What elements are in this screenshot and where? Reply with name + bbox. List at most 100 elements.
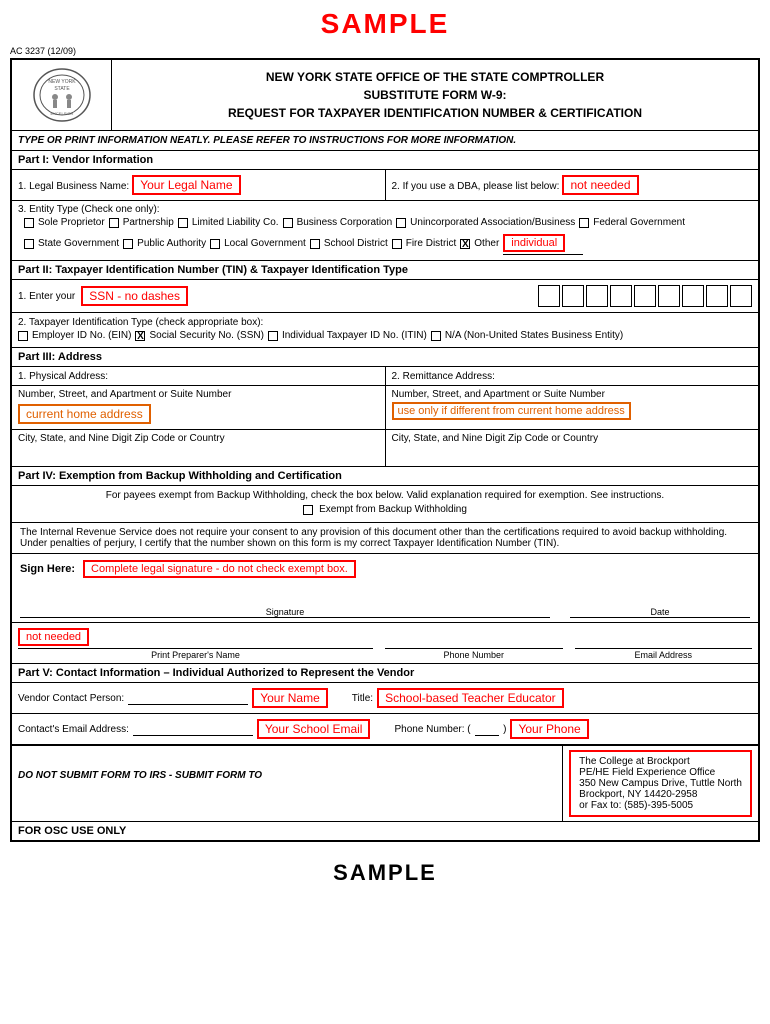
footer-row: DO NOT SUBMIT FORM TO IRS - SUBMIT FORM … [12,745,758,821]
preparer-value: not needed [18,628,89,646]
footer-line1: The College at Brockport [579,756,742,767]
sign-row: Sign Here: Complete legal signature - do… [12,554,758,623]
close-paren: ) [503,724,506,735]
llc-label: Limited Liability Co. [192,217,279,228]
header-title-line3: REQUEST FOR TAXPAYER IDENTIFICATION NUMB… [116,104,754,122]
cb-school [310,239,320,249]
preparer-row: not needed Print Preparer's Name Phone N… [12,623,758,664]
legal-name-label: 1. Legal Business Name: [18,181,129,192]
physical-address-value: current home address [18,404,151,424]
dba-label: 2. If you use a DBA, please list below: [392,181,560,192]
tin-type-label: 2. Taxpayer Identification Type (check a… [18,317,752,328]
date-space [570,588,750,606]
tin-box-1 [538,285,560,307]
ny-seal-icon: NEW YORK STATE EXCELSIOR [27,65,97,125]
exempt-checkbox-row: Exempt from Backup Withholding [20,501,750,518]
ac-number: AC 3237 (12/09) [10,46,760,56]
vendor-name-value: Your Name [252,688,328,708]
cb-fed [579,218,589,228]
watermark-bottom: SAMPLE [0,852,770,894]
remittance-city-col: City, State, and Nine Digit Zip Code or … [386,430,759,466]
remittance-street-label: Number, Street, and Apartment or Suite N… [392,389,753,400]
school-dist-label: School District [324,238,388,249]
legal-name-col: 1. Legal Business Name: Your Legal Name [12,170,386,200]
part1-row1: 1. Legal Business Name: Your Legal Name … [12,170,758,201]
state-label: State Government [38,238,119,249]
ein-label: Employer ID No. (EIN) [32,330,131,341]
sign-line-row: Signature Date [20,588,750,618]
cb-fire [392,239,402,249]
tin-boxes [538,285,752,307]
vendor-contact-row: Vendor Contact Person: Your Name Title: … [12,683,758,714]
contact-email-spacer [133,723,253,736]
header-row: NEW YORK STATE EXCELSIOR NEW YORK STATE … [12,60,758,131]
dba-col: 2. If you use a DBA, please list below: … [386,170,759,200]
exempt-description: For payees exempt from Backup Withholdin… [20,490,750,501]
signature-field: Signature [20,588,550,618]
pub-label: Public Authority [137,238,206,249]
tin-box-6 [658,285,680,307]
dba-value: not needed [562,175,638,195]
phone-col: Phone Number [385,631,563,660]
footer-line2: PE/HE Field Experience Office [579,767,742,778]
tin-box-3 [586,285,608,307]
entity-type-label: 3. Entity Type (Check one only): [18,204,752,215]
cb-sole-prop [24,218,34,228]
physical-city-label: City, State, and Nine Digit Zip Code or … [18,433,379,444]
preparer-col: not needed Print Preparer's Name [18,626,373,660]
part1-header: Part I: Vendor Information [12,151,758,170]
preparer-email-label: Email Address [575,650,753,660]
header-title: NEW YORK STATE OFFICE OF THE STATE COMPT… [112,60,758,130]
vendor-contact-spacer [128,692,248,705]
title-label: Title: [352,693,373,704]
remittance-address-value: use only if different from current home … [392,402,631,420]
tin-value: SSN - no dashes [81,286,188,306]
cb-unincorp [396,218,406,228]
cb-pub [123,239,133,249]
tin-type-checkboxes: Employer ID No. (EIN) X Social Security N… [18,328,752,343]
street-row: Number, Street, and Apartment or Suite N… [12,386,758,430]
physical-city-col: City, State, and Nine Digit Zip Code or … [12,430,386,466]
sole-prop-label: Sole Proprietor [38,217,105,228]
footer-left: DO NOT SUBMIT FORM TO IRS - SUBMIT FORM … [12,746,563,821]
part2-header: Part II: Taxpayer Identification Number … [12,261,758,280]
preparer-phone-label: Phone Number [385,650,563,660]
header-title-line2: SUBSTITUTE FORM W-9: [116,86,754,104]
cert-text: The Internal Revenue Service does not re… [12,523,758,554]
fire-label: Fire District [406,238,457,249]
entity-type-row2: State Government Public Authority Local … [18,230,752,257]
legal-name-value: Your Legal Name [132,175,240,195]
local-label: Local Government [224,238,306,249]
exempt-label: Exempt from Backup Withholding [319,504,467,515]
submit-label: DO NOT SUBMIT FORM TO IRS - SUBMIT FORM … [18,750,556,801]
remittance-label: 2. Remittance Address: [392,371,495,382]
footer-line3: 350 New Campus Drive, Tuttle North [579,778,742,789]
sign-value: Complete legal signature - do not check … [83,560,356,578]
contact-phone-value: Your Phone [510,719,588,739]
itin-label: Individual Taxpayer ID No. (ITIN) [282,330,427,341]
submit-address-box: The College at Brockport PE/HE Field Exp… [569,750,752,817]
bizc-label: Business Corporation [297,217,393,228]
contact-email-label: Contact's Email Address: [18,724,129,735]
preparer-label: Print Preparer's Name [18,650,373,660]
sign-here-container: Sign Here: Complete legal signature - do… [20,558,750,580]
tin-boxes-container [538,285,752,307]
email-contact-row: Contact's Email Address: Your School Ema… [12,714,758,745]
vendor-contact-label: Vendor Contact Person: [18,693,124,704]
svg-text:STATE: STATE [54,86,70,92]
tin-row: 1. Enter your SSN - no dashes [12,280,758,313]
tin-type-row: 2. Taxpayer Identification Type (check a… [12,313,758,348]
tin-box-2 [562,285,584,307]
cb-ssn-checked: X [135,331,145,341]
ssn-label: Social Security No. (SSN) [149,330,263,341]
header-title-line1: NEW YORK STATE OFFICE OF THE STATE COMPT… [116,68,754,86]
tin-box-5 [634,285,656,307]
remittance-street-col: Number, Street, and Apartment or Suite N… [386,386,759,429]
fed-label: Federal Government [593,217,685,228]
logo-area: NEW YORK STATE EXCELSIOR [12,60,112,130]
part4-header: Part IV: Exemption from Backup Withholdi… [12,467,758,486]
cb-na [431,331,441,341]
svg-text:NEW YORK: NEW YORK [48,79,76,85]
part5-header: Part V: Contact Information – Individual… [12,664,758,683]
date-field: Date [570,588,750,618]
